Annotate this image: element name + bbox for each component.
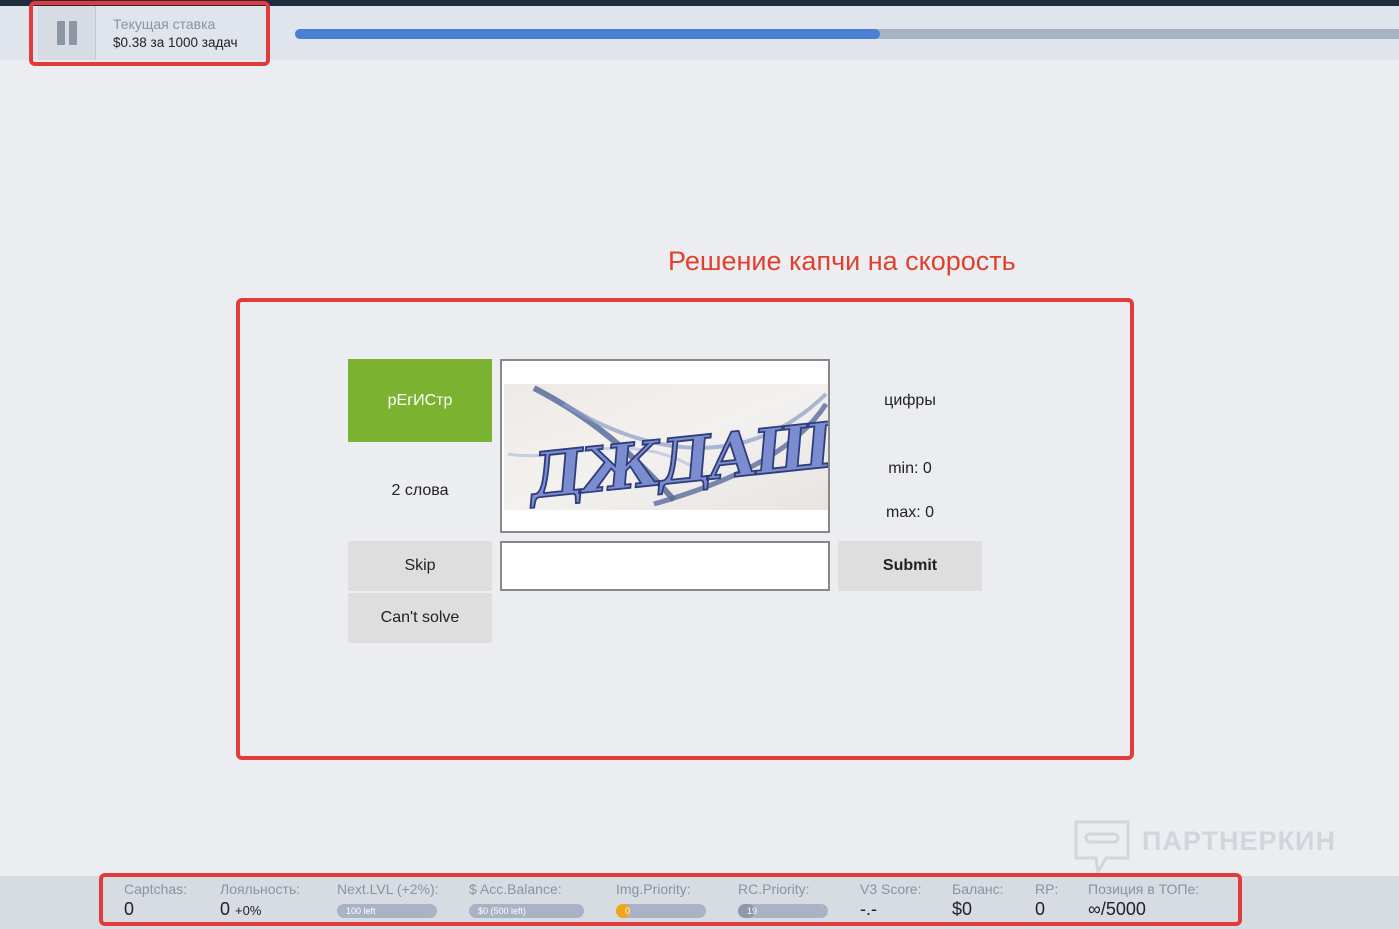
case-sensitive-badge: рЕгИСтр bbox=[348, 359, 492, 442]
task-progress-fill bbox=[295, 29, 881, 39]
answer-type-label: цифры bbox=[884, 392, 936, 409]
highlight-rate-box bbox=[29, 1, 270, 66]
highlight-stats-box bbox=[99, 873, 1242, 926]
watermark-logo: ПАРТНЕРКИН bbox=[1072, 818, 1362, 878]
submit-button[interactable]: Submit bbox=[838, 541, 982, 591]
max-length-label: max: 0 bbox=[885, 504, 934, 521]
captcha-image-frame: ДЖДАШ bbox=[500, 359, 830, 533]
skip-button[interactable]: Skip bbox=[348, 541, 492, 591]
min-length-label: min: 0 bbox=[888, 460, 932, 477]
watermark-chat-icon bbox=[1074, 820, 1130, 877]
task-progress-bar bbox=[295, 29, 1399, 39]
captcha-answer-input[interactable] bbox=[500, 541, 830, 591]
annotation-title: Решение капчи на скорость bbox=[668, 246, 1016, 276]
words-count-label: 2 слова bbox=[391, 482, 449, 499]
watermark-text: ПАРТНЕРКИН bbox=[1142, 826, 1336, 856]
cant-solve-button[interactable]: Can't solve bbox=[348, 593, 492, 643]
captcha-image: ДЖДАШ bbox=[504, 384, 828, 510]
